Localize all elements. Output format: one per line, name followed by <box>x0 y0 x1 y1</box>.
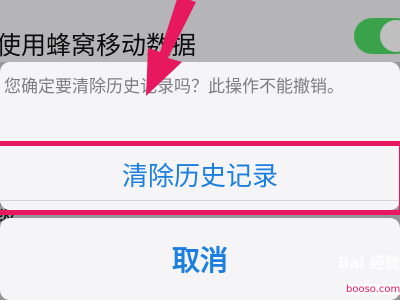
annotation-arrow-icon <box>146 0 196 96</box>
watermark-url: booso.com <box>344 284 400 295</box>
confirm-message: 您确定要清除历史记录吗？此操作不能撤销。 <box>4 77 344 97</box>
annotation-highlight-box <box>0 141 400 215</box>
watermark-brand: Bai 经验 <box>338 254 400 272</box>
